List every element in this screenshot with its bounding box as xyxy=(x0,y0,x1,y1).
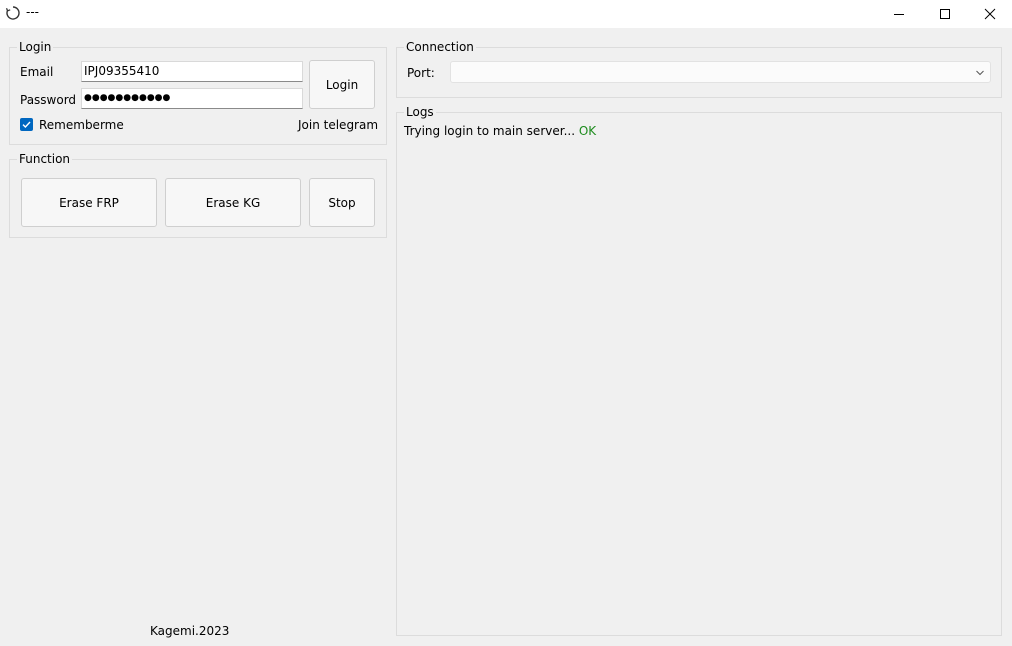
chevron-down-icon xyxy=(976,70,984,76)
log-status-ok: OK xyxy=(578,124,597,138)
remember-checkbox[interactable] xyxy=(20,118,33,131)
checkmark-icon xyxy=(22,121,31,129)
stop-button[interactable]: Stop xyxy=(309,178,375,227)
login-button[interactable]: Login xyxy=(309,60,375,109)
join-telegram-link[interactable]: Join telegram xyxy=(298,118,378,132)
loading-app-icon xyxy=(5,6,20,20)
close-button[interactable] xyxy=(967,0,1012,28)
maximize-icon xyxy=(940,9,950,19)
connection-group-title: Connection xyxy=(404,40,476,54)
minimize-icon xyxy=(894,14,904,15)
log-line-text: Trying login to main server... xyxy=(404,124,579,138)
email-label: Email xyxy=(20,65,54,79)
function-group-title: Function xyxy=(17,152,73,166)
footer-credit: Kagemi.2023 xyxy=(150,624,230,638)
close-icon xyxy=(984,8,996,20)
erase-frp-button[interactable]: Erase FRP xyxy=(21,178,157,227)
minimize-button[interactable] xyxy=(876,0,922,28)
logs-group: Logs xyxy=(396,105,1002,636)
password-label: Password xyxy=(20,93,77,107)
remember-label[interactable]: Rememberme xyxy=(39,118,124,132)
email-field[interactable]: IPJ09355410 xyxy=(81,61,303,82)
password-field[interactable]: ●●●●●●●●●●● xyxy=(81,88,303,109)
port-select[interactable] xyxy=(450,61,991,83)
login-group-title: Login xyxy=(17,40,54,54)
port-label: Port: xyxy=(407,66,435,80)
title-bar: --- xyxy=(0,0,1012,28)
erase-kg-button[interactable]: Erase KG xyxy=(165,178,301,227)
log-line: Trying login to main server... OK xyxy=(404,124,596,138)
maximize-button[interactable] xyxy=(922,0,968,28)
logs-group-title: Logs xyxy=(404,105,436,119)
window-title: --- xyxy=(26,5,39,19)
